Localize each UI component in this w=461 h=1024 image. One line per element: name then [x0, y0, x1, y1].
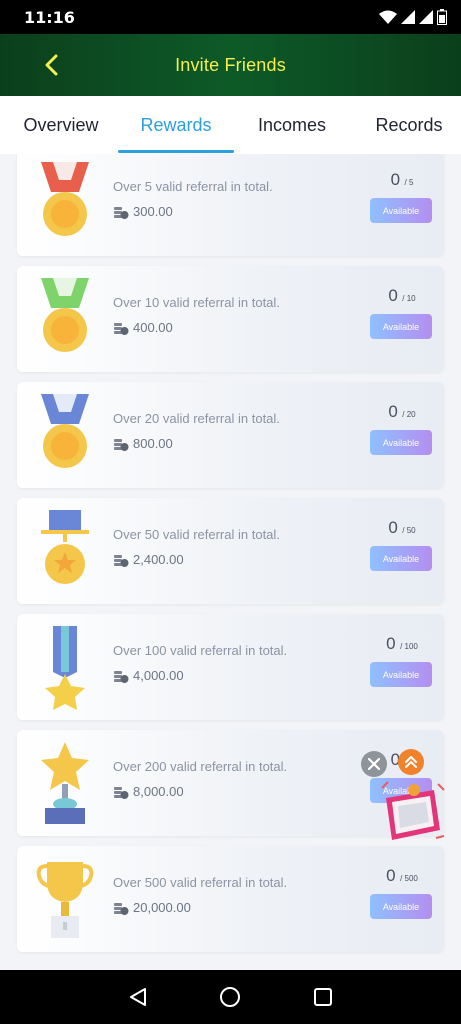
coin-stack-icon [114, 671, 129, 683]
tab-incomes[interactable]: Incomes [246, 96, 338, 154]
green-ribbon-medal-icon [41, 278, 89, 352]
chevron-left-icon [45, 54, 58, 76]
coin-stack-icon [114, 323, 129, 335]
star-trophy-icon [41, 742, 89, 824]
double-chevron-up-icon [405, 756, 417, 768]
progress-total: / 100 [400, 642, 418, 651]
reward-description: Over 5 valid referral in total. [113, 179, 273, 194]
reward-description: Over 20 valid referral in total. [113, 411, 280, 426]
progress-current: 0 [388, 402, 398, 421]
referral-progress: 0 / 10 [372, 286, 432, 306]
available-button[interactable]: Available [370, 546, 432, 571]
tab-overview[interactable]: Overview [12, 96, 110, 154]
coin-stack-icon [114, 555, 129, 567]
reward-card: Over 5 valid referral in total. 300.00 0… [17, 154, 444, 256]
reward-description: Over 500 valid referral in total. [113, 875, 288, 890]
reward-amount: 800.00 [133, 436, 173, 451]
back-button[interactable] [36, 50, 66, 80]
tab-indicator [118, 150, 234, 153]
reward-amount: 8,000.00 [133, 784, 184, 799]
signal-icon-2 [419, 10, 433, 24]
available-button[interactable]: Available [370, 894, 432, 919]
nav-home-button[interactable] [215, 982, 245, 1012]
referral-progress: 0 / 100 [372, 634, 432, 654]
coin-stack-icon [114, 439, 129, 451]
progress-current: 0 [390, 170, 401, 189]
app-header: Invite Friends [0, 34, 461, 96]
referral-progress: 0 / 20 [372, 402, 432, 422]
page-title: Invite Friends [175, 54, 286, 75]
back-triangle-icon [130, 988, 147, 1006]
wifi-icon [379, 10, 397, 24]
home-circle-icon [220, 987, 241, 1007]
scroll-top-button[interactable] [398, 749, 424, 775]
reward-description: Over 100 valid referral in total. [113, 643, 288, 658]
close-floating-button[interactable] [361, 751, 387, 777]
red-ribbon-medal-icon [41, 162, 89, 236]
progress-total: / 500 [400, 874, 418, 883]
reward-amount: 2,400.00 [133, 552, 184, 567]
reward-description: Over 10 valid referral in total. [113, 295, 280, 310]
star-ribbon-icon [45, 626, 85, 710]
tab-records[interactable]: Records [362, 96, 456, 154]
gift-box-icon[interactable] [378, 778, 448, 846]
status-bar: 11:16 [0, 0, 461, 34]
available-button[interactable]: Available [370, 430, 432, 455]
available-button[interactable]: Available [370, 198, 432, 223]
reward-card: Over 20 valid referral in total. 800.00 … [17, 382, 444, 488]
status-time: 11:16 [24, 7, 75, 27]
coin-stack-icon [114, 207, 129, 219]
system-nav-bar [0, 970, 461, 1024]
battery-icon [437, 9, 447, 25]
referral-progress: 0 / 500 [372, 866, 432, 886]
coin-stack-icon [114, 903, 129, 915]
progress-total: / 50 [402, 526, 416, 535]
referral-progress: 0 / 50 [372, 518, 432, 538]
reward-amount: 4,000.00 [133, 668, 184, 683]
gold-cup-icon [36, 862, 94, 938]
close-icon [368, 758, 380, 770]
reward-card: Over 100 valid referral in total. 4,000.… [17, 614, 444, 720]
progress-current: 0 [388, 518, 398, 537]
tab-rewards[interactable]: Rewards [118, 96, 234, 154]
reward-card: Over 500 valid referral in total. 20,000… [17, 846, 444, 952]
reward-amount: 300.00 [133, 204, 173, 219]
available-button[interactable]: Available [370, 314, 432, 339]
progress-current: 0 [386, 634, 396, 653]
reward-amount: 400.00 [133, 320, 173, 335]
star-medal-icon [41, 510, 89, 584]
nav-back-button[interactable] [123, 982, 153, 1012]
coin-stack-icon [114, 787, 129, 799]
signal-icon [401, 10, 415, 24]
recents-square-icon [313, 988, 332, 1006]
progress-total: / 10 [402, 294, 416, 303]
reward-card: Over 10 valid referral in total. 400.00 … [17, 266, 444, 372]
nav-recents-button[interactable] [308, 982, 338, 1012]
referral-progress: 0 / 5 [372, 170, 432, 190]
tab-bar: Overview Rewards Incomes Records [0, 96, 461, 154]
reward-description: Over 200 valid referral in total. [113, 759, 288, 774]
rewards-list[interactable]: Over 5 valid referral in total. 300.00 0… [0, 154, 461, 970]
progress-total: / 20 [402, 410, 416, 419]
progress-current: 0 [386, 866, 396, 885]
reward-card: Over 50 valid referral in total. 2,400.0… [17, 498, 444, 604]
status-icons [379, 9, 447, 25]
progress-current: 0 [388, 286, 398, 305]
reward-amount: 20,000.00 [133, 900, 191, 915]
reward-description: Over 50 valid referral in total. [113, 527, 280, 542]
blue-ribbon-medal-icon [41, 394, 89, 468]
progress-total: / 5 [404, 178, 414, 187]
available-button[interactable]: Available [370, 662, 432, 687]
